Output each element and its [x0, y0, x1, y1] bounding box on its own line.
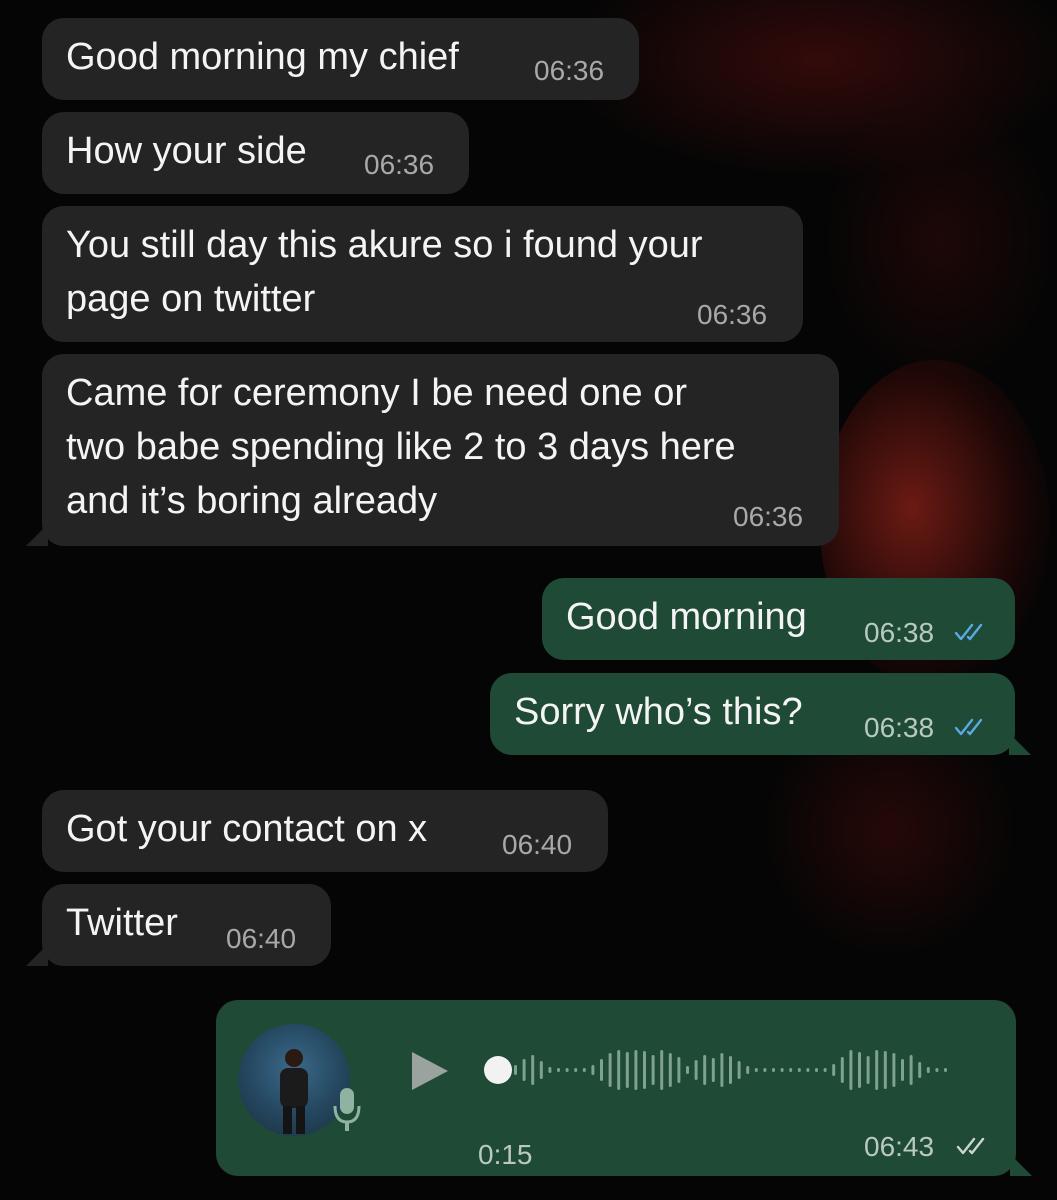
waveform-bar: [574, 1068, 578, 1072]
waveform-bar: [694, 1060, 698, 1080]
waveform-bar: [643, 1051, 646, 1089]
waveform-bar: [625, 1052, 629, 1088]
message-text: Good morning my chief: [66, 36, 459, 78]
incoming-message[interactable]: How your side 06:36: [42, 112, 469, 194]
bubble-tail: [26, 944, 48, 966]
waveform-bar: [832, 1064, 836, 1076]
waveform-bar: [754, 1068, 758, 1072]
waveform-bar: [806, 1068, 810, 1072]
waveform-bar: [866, 1056, 870, 1084]
waveform-bar: [677, 1057, 681, 1083]
message-text-line: Came for ceremony I be need one or: [66, 372, 688, 414]
waveform-bar: [660, 1050, 664, 1090]
message-text: How your side: [66, 130, 307, 172]
bubble-tail: [26, 524, 48, 546]
waveform-bar: [565, 1068, 569, 1072]
waveform-bar: [789, 1068, 793, 1072]
waveform-bar: [668, 1053, 672, 1087]
waveform[interactable]: [512, 1044, 972, 1096]
message-text-line: You still day this akure so i found your: [66, 224, 703, 266]
waveform-bar: [823, 1068, 827, 1072]
waveform-bar: [703, 1055, 707, 1085]
incoming-message[interactable]: Got your contact on x 06:40: [42, 790, 608, 872]
waveform-bar: [944, 1068, 947, 1072]
waveform-bar: [582, 1068, 586, 1072]
voice-note-message[interactable]: 0:15 06:43: [216, 1000, 1032, 1176]
message-time: 06:40: [502, 829, 573, 860]
message-text-line: two babe spending like 2 to 3 days here: [66, 426, 736, 468]
waveform-bar: [883, 1051, 887, 1089]
outgoing-message[interactable]: Sorry who’s this? 06:38: [490, 673, 1031, 755]
incoming-message[interactable]: You still day this akure so i found your…: [42, 206, 803, 342]
message-time: 06:36: [534, 55, 605, 86]
outgoing-message[interactable]: Good morning 06:38: [542, 578, 1015, 660]
waveform-bar: [780, 1068, 784, 1072]
waveform-bar: [720, 1053, 724, 1087]
waveform-bar: [548, 1067, 552, 1073]
waveform-bar: [849, 1050, 853, 1090]
waveform-bar: [608, 1053, 612, 1087]
waveform-bar: [935, 1068, 939, 1072]
waveform-bar: [634, 1050, 638, 1090]
waveform-bar: [651, 1055, 655, 1085]
waveform-bar: [875, 1050, 879, 1090]
message-text: Got your contact on x: [66, 808, 428, 850]
waveform-bar: [591, 1065, 595, 1075]
microphone-icon: [333, 1088, 361, 1131]
message-text-line: and it’s boring already: [66, 480, 438, 522]
message-time: 06:36: [364, 149, 435, 180]
playback-scrubber[interactable]: [484, 1056, 512, 1084]
message-text-line: page on twitter: [66, 278, 316, 320]
message-time: 06:38: [864, 712, 935, 743]
message-text: Sorry who’s this?: [514, 691, 803, 733]
waveform-bar: [531, 1055, 535, 1085]
message-time: 06:38: [864, 617, 935, 648]
read-receipt-icon: [954, 718, 983, 736]
waveform-bar: [763, 1068, 767, 1072]
message-time: 06:36: [733, 501, 804, 532]
waveform-bar: [797, 1068, 801, 1072]
waveform-bar: [514, 1065, 517, 1075]
waveform-bar: [557, 1068, 560, 1072]
waveform-bar: [600, 1059, 603, 1081]
waveform-bar: [711, 1058, 715, 1082]
bubble-tail: [1009, 733, 1031, 755]
waveform-bar: [858, 1052, 861, 1088]
waveform-bar: [815, 1068, 818, 1072]
waveform-bar: [918, 1062, 922, 1078]
message-time: 06:43: [864, 1131, 935, 1162]
waveform-bar: [746, 1066, 750, 1074]
waveform-bar: [686, 1066, 689, 1074]
message-text: Twitter: [66, 902, 178, 944]
waveform-bar: [909, 1055, 913, 1085]
read-receipt-icon: [954, 623, 983, 641]
waveform-bar: [737, 1061, 741, 1079]
message-text: Good morning: [566, 596, 807, 638]
waveform-bar: [522, 1059, 526, 1081]
waveform-bar: [840, 1057, 844, 1083]
bubble-tail: [1010, 1154, 1032, 1176]
play-icon[interactable]: [406, 1048, 452, 1094]
voice-duration: 0:15: [478, 1139, 533, 1170]
message-time: 06:40: [226, 923, 297, 954]
waveform-bar: [729, 1056, 732, 1084]
message-time: 06:36: [697, 299, 768, 330]
waveform-bar: [772, 1068, 775, 1072]
incoming-message[interactable]: Came for ceremony I be need one or two b…: [26, 354, 839, 546]
waveform-bar: [617, 1050, 621, 1090]
incoming-message[interactable]: Good morning my chief 06:36: [42, 18, 639, 100]
waveform-bar: [926, 1067, 930, 1073]
waveform-bar: [892, 1053, 896, 1087]
delivered-ticks-icon: [956, 1137, 985, 1155]
waveform-bar: [539, 1061, 543, 1079]
waveform-bar: [901, 1059, 904, 1081]
incoming-message[interactable]: Twitter 06:40: [26, 884, 331, 966]
